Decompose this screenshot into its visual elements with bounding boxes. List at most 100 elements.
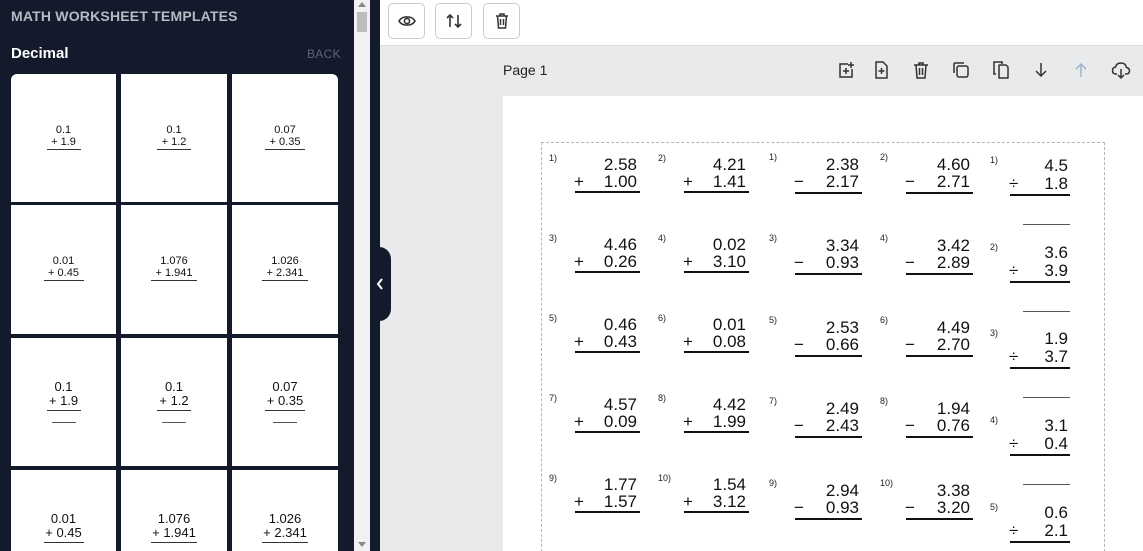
problem-bottom-number: 1.00 xyxy=(603,172,637,191)
problem-number: 2) xyxy=(658,153,667,163)
problem-number: 7) xyxy=(549,393,558,403)
template-bottom-number: + 1.941 xyxy=(152,525,196,541)
answer-line xyxy=(575,191,640,193)
delete-all-button[interactable] xyxy=(483,3,520,39)
problem-number: 5) xyxy=(769,315,778,325)
divide-operator: ÷ xyxy=(1009,521,1019,540)
plus-operator: + xyxy=(574,252,584,271)
problem-top-number: 3.1 xyxy=(1044,416,1068,435)
template-bottom-number: + 0.45 xyxy=(48,267,79,280)
scroll-down-icon[interactable] xyxy=(358,542,366,547)
template-top-number: 1.076 xyxy=(157,511,191,526)
divide-operator: ÷ xyxy=(1009,347,1019,366)
duplicate-page-button[interactable] xyxy=(951,60,971,80)
preview-button[interactable] xyxy=(388,3,425,39)
template-blank-line xyxy=(162,421,186,423)
sort-button[interactable] xyxy=(435,3,472,39)
template-answer-line xyxy=(46,409,81,411)
minus-operator: − xyxy=(905,253,915,272)
download-button[interactable] xyxy=(1111,60,1131,80)
template-card[interactable]: 0.1 + 1.9 xyxy=(11,74,116,202)
scroll-up-icon[interactable] xyxy=(358,2,366,7)
divide-operator: ÷ xyxy=(1009,174,1019,193)
problem-number: 10) xyxy=(880,478,894,488)
add-page-button[interactable] xyxy=(871,60,891,80)
plus-operator: + xyxy=(683,412,693,431)
problem-bottom-number: 2.89 xyxy=(936,253,970,272)
answer-line xyxy=(1010,454,1070,456)
problem-bottom-number: 2.1 xyxy=(1044,521,1068,540)
template-card[interactable]: 0.01 + 0.45 xyxy=(11,205,116,334)
template-top-number: 1.076 xyxy=(160,255,188,267)
template-card[interactable]: 1.076 + 1.941 xyxy=(121,205,227,334)
answer-line xyxy=(906,436,973,438)
problem-bottom-number: 2.71 xyxy=(936,172,970,191)
template-card[interactable]: 1.026 + 2.341 xyxy=(232,470,338,551)
problem-top-number: 1.9 xyxy=(1044,329,1068,348)
problem-number: 9) xyxy=(769,478,778,488)
template-card[interactable]: 0.07 + 0.35 xyxy=(232,74,338,202)
plus-operator: + xyxy=(683,172,693,191)
template-preview: 1.026 + 2.341 xyxy=(232,511,338,543)
delete-page-button[interactable] xyxy=(911,60,931,80)
problem-number: 1) xyxy=(769,152,778,162)
answer-line xyxy=(795,273,862,275)
duplicate-icon xyxy=(953,62,969,78)
arrow-down-icon xyxy=(1035,63,1047,78)
problem-bottom-number: 0.76 xyxy=(936,416,970,435)
problem-bottom-number: 1.99 xyxy=(712,412,746,431)
problem-bottom-number: 1.41 xyxy=(712,172,746,191)
problem-bottom-number: 2.70 xyxy=(936,335,970,354)
template-card[interactable]: 0.1 + 1.9 xyxy=(11,338,116,466)
plus-operator: + xyxy=(683,252,693,271)
template-top-number: 0.1 xyxy=(166,124,182,136)
template-card[interactable]: 1.076 + 1.941 xyxy=(121,470,227,551)
divide-operator: ÷ xyxy=(1009,434,1019,453)
template-card[interactable]: 0.07 + 0.35 xyxy=(232,338,338,466)
template-top-number: 1.026 xyxy=(268,511,302,526)
move-down-button[interactable] xyxy=(1031,60,1051,80)
template-answer-line xyxy=(265,149,305,151)
move-up-button[interactable] xyxy=(1071,60,1091,80)
template-bottom-number: + 0.45 xyxy=(45,525,82,541)
problem-number: 3) xyxy=(549,233,558,243)
template-bottom-number: + 1.941 xyxy=(155,267,193,280)
scrollbar-thumb[interactable] xyxy=(357,12,367,32)
problem-bottom-number: 0.26 xyxy=(603,252,637,271)
copy-icon xyxy=(993,61,1009,79)
add-section-button[interactable] xyxy=(836,60,856,80)
problem-number: 9) xyxy=(549,473,558,483)
plus-operator: + xyxy=(574,172,584,191)
template-sidebar: MATH WORKSHEET TEMPLATES Decimal BACK 0.… xyxy=(0,0,354,551)
problem-number: 10) xyxy=(658,473,672,483)
minus-operator: − xyxy=(905,172,915,191)
answer-line xyxy=(575,511,640,513)
template-answer-line xyxy=(262,280,308,282)
plus-operator: + xyxy=(683,492,693,511)
template-card[interactable]: 0.01 + 0.45 xyxy=(11,470,116,551)
top-toolbar xyxy=(380,0,1143,46)
template-answer-line xyxy=(46,149,81,151)
template-preview: 0.1 + 1.2 xyxy=(121,124,227,151)
sidebar-scrollbar[interactable] xyxy=(354,0,370,551)
problem-number: 5) xyxy=(990,502,999,512)
cloud-download-icon xyxy=(1111,62,1131,80)
answer-line xyxy=(684,191,749,193)
arrow-up-icon xyxy=(1075,62,1087,77)
minus-operator: − xyxy=(794,253,804,272)
copy-page-button[interactable] xyxy=(991,60,1011,80)
template-bottom-number: + 1.9 xyxy=(48,393,79,409)
divide-operator: ÷ xyxy=(1009,261,1019,280)
template-card[interactable]: 0.1 + 1.2 xyxy=(121,74,227,202)
answer-line xyxy=(906,273,973,275)
back-button[interactable]: BACK xyxy=(307,47,341,61)
answer-line xyxy=(684,431,749,433)
template-card[interactable]: 0.1 + 1.2 xyxy=(121,338,227,466)
problem-top-number: 4.5 xyxy=(1044,156,1068,175)
problem-number: 8) xyxy=(880,396,889,406)
collapse-sidebar-button[interactable] xyxy=(370,247,391,321)
template-bottom-number: + 2.341 xyxy=(263,525,307,541)
template-answer-line xyxy=(262,541,308,543)
template-card[interactable]: 1.026 + 2.341 xyxy=(232,205,338,334)
plus-operator: + xyxy=(574,332,584,351)
